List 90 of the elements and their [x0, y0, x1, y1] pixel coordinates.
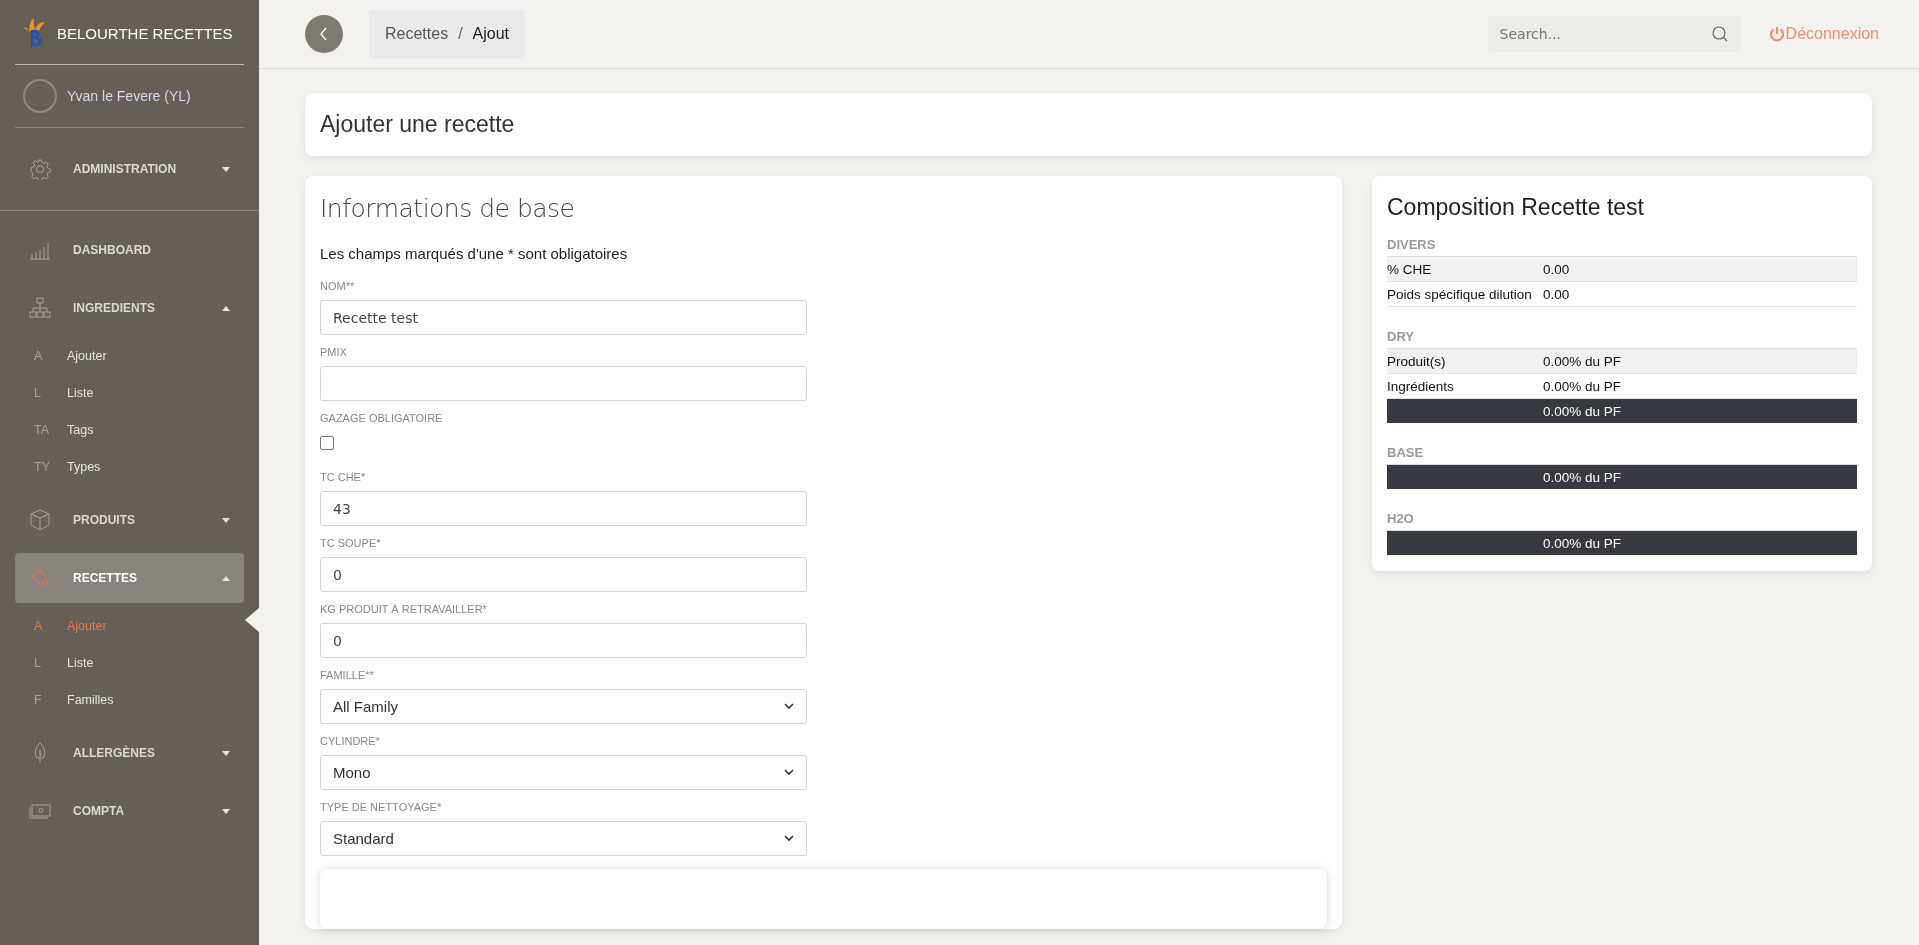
nav-label: Ajouter [67, 348, 107, 363]
table-cell-text: % CHE [1387, 261, 1433, 277]
nav-label: Familles [67, 692, 114, 707]
table-cell: 0.00% du PF [1543, 535, 1622, 551]
nav-abbreviation: L [34, 655, 42, 670]
section-heading: DIVERS [1387, 237, 1437, 252]
gear-icon [29, 158, 51, 180]
section-heading: DRY [1387, 329, 1415, 344]
select-dropdown[interactable]: All Family [320, 689, 807, 724]
table-cell-text: Produit(s) [1387, 353, 1447, 369]
nav-subitem[interactable]: L Liste [0, 644, 259, 681]
nav-item[interactable]: ALLERGÈNES [15, 728, 244, 778]
nav-item[interactable]: INGREDIENTS [15, 283, 244, 333]
chevron-left-icon [319, 27, 329, 41]
nav-subitem[interactable]: L Liste [0, 374, 259, 411]
page-title: Ajouter une recette [320, 111, 516, 138]
nav-label: DASHBOARD [73, 243, 152, 257]
search-icon [1710, 25, 1729, 43]
tree-icon [29, 297, 51, 319]
table-cell-text: Ingrédients [1387, 378, 1455, 394]
chevron-down-icon [784, 703, 794, 710]
input-field[interactable]: 0 [320, 623, 807, 658]
nav-subitem[interactable]: A Ajouter [0, 337, 259, 374]
chevron-down-icon [784, 769, 794, 776]
nav-abbreviation: F [34, 692, 43, 707]
bucket-icon [29, 567, 51, 589]
nav-label: Ajouter [67, 618, 107, 633]
nav-label: PRODUITS [73, 513, 136, 527]
nav-label: ADMINISTRATION [73, 162, 178, 176]
select-dropdown[interactable]: Mono [320, 755, 807, 790]
field-label: CYLINDRE* [320, 735, 381, 747]
nav-abbreviation: A [34, 348, 44, 363]
brand-name: BELOURTHE RECETTES [57, 24, 233, 42]
input-field[interactable]: 0 [320, 557, 807, 592]
nav-item[interactable]: ADMINISTRATION [15, 144, 244, 194]
power-icon [1768, 26, 1785, 42]
checkbox[interactable] [320, 436, 334, 450]
nav-item[interactable]: COMPTA [15, 786, 244, 836]
field-label: GAZAGE OBLIGATOIRE [320, 412, 444, 424]
field-label: TC CHE* [320, 471, 367, 483]
nav-label: Liste [67, 655, 94, 670]
field-label: TYPE DE NETTOYAGE* [320, 801, 443, 813]
table-cell-text: Poids spécifique dilution [1387, 286, 1533, 302]
section-heading: H2O [1387, 511, 1415, 526]
nav-label: Tags [67, 422, 94, 437]
nav-subitem[interactable]: F Familles [0, 681, 259, 718]
field-label: PMIX [320, 346, 348, 358]
nav-abbreviation: A [34, 618, 44, 633]
select-dropdown[interactable]: Standard [320, 821, 807, 856]
input-field[interactable]: Recette test [320, 300, 807, 335]
search-field[interactable]: Search... [1487, 16, 1741, 52]
user-name: Yvan le Fevere (YL) [67, 88, 191, 104]
nav-subitem[interactable]: TY Types [0, 448, 259, 485]
nav-subitem[interactable]: TA Tags [0, 411, 259, 448]
table-cell: 0.00 [1543, 261, 1570, 277]
table-cell: 0.00% du PF [1543, 353, 1622, 369]
nav-item[interactable]: DASHBOARD [15, 225, 244, 275]
breadcrumb-link[interactable]: Recettes [385, 25, 449, 43]
breadcrumb-current: Ajout [472, 25, 510, 43]
field-label: TC SOUPE* [320, 537, 382, 549]
nav-label: Liste [67, 385, 94, 400]
nav-abbreviation: L [34, 385, 42, 400]
field-label: NOM** [320, 280, 356, 292]
input-field[interactable]: 43 [320, 491, 807, 526]
required-note: Les champs marqués d'une * sont obligatoires [320, 245, 629, 262]
chevron-down-icon [784, 835, 794, 842]
table-cell: 0.00% du PF [1543, 469, 1622, 485]
card-title: Informations de base [320, 194, 576, 223]
nav-abbreviation: TA [34, 422, 51, 437]
table-cell: 0.00 [1543, 286, 1570, 302]
nav-label: Types [67, 459, 101, 474]
nav-abbreviation: TY [34, 459, 51, 474]
nav-label: ALLERGÈNES [73, 746, 156, 760]
nav-label: INGREDIENTS [73, 301, 156, 315]
card-title: Composition Recette test [1387, 194, 1645, 221]
field-label: KG PRODUIT À RETRAVAILLER* [320, 603, 488, 615]
active-pointer [245, 608, 259, 632]
nav-label: RECETTES [73, 571, 138, 585]
section-heading: BASE [1387, 445, 1425, 460]
table-cell: 0.00% du PF [1543, 378, 1622, 394]
breadcrumb-separator: / [458, 25, 463, 43]
box-icon [29, 509, 51, 531]
avatar [23, 79, 57, 113]
nav-item[interactable]: PRODUITS [15, 495, 244, 545]
nav-label: COMPTA [73, 804, 126, 818]
field-label: FAMILLE** [320, 669, 375, 681]
input-field[interactable] [320, 366, 807, 401]
table-cell: 0.00% du PF [1543, 403, 1622, 419]
logo-icon [21, 16, 47, 50]
back-button[interactable] [305, 15, 343, 53]
